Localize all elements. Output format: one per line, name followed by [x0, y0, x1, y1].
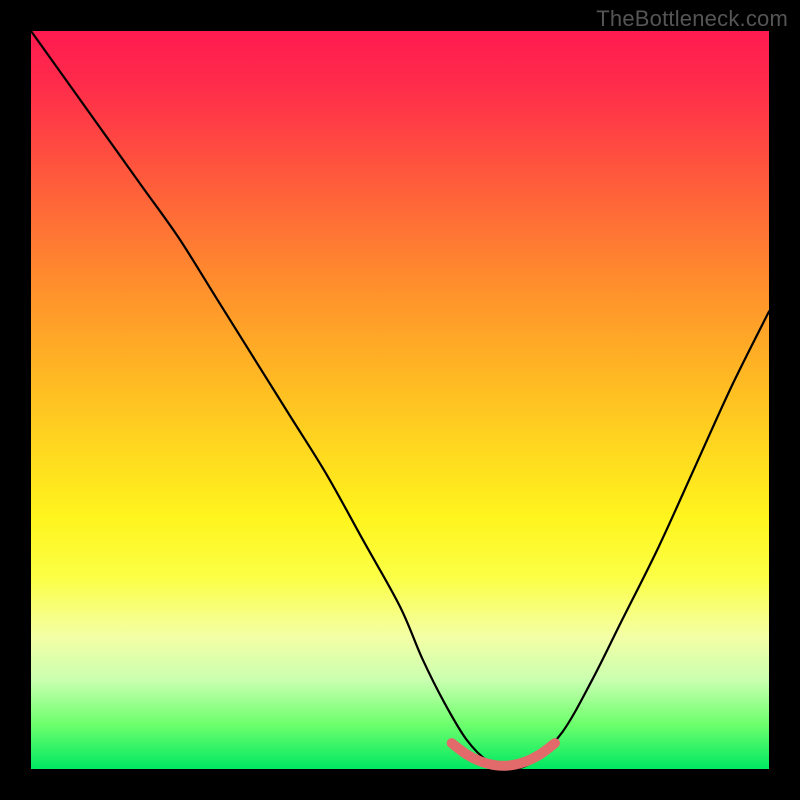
curve-layer — [31, 31, 769, 769]
optimal-band-marker — [452, 743, 555, 766]
plot-area — [31, 31, 769, 769]
bottleneck-curve — [31, 31, 769, 769]
chart-frame: TheBottleneck.com — [0, 0, 800, 800]
watermark-text: TheBottleneck.com — [596, 6, 788, 32]
